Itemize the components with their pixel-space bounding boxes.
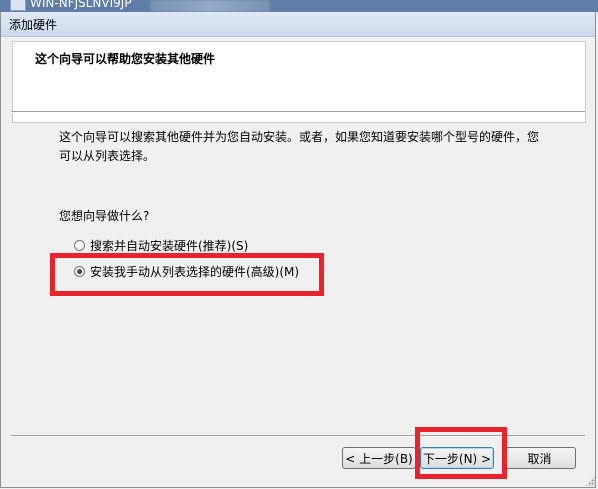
cancel-button[interactable]: 取消 — [503, 447, 576, 469]
radio-manual-select[interactable] — [74, 266, 85, 277]
intro-line-1: 这个向导可以搜索其他硬件并为您自动安装。或者，如果您知道要安装哪个型号的硬件，您 — [59, 130, 540, 144]
background-window-strip: WIN-NFJSLNVI9JP — [0, 0, 598, 12]
next-button[interactable]: 下一步(N) > — [420, 447, 494, 469]
header-separator — [11, 111, 585, 113]
option-manual-select[interactable]: 安装我手动从列表选择的硬件(高级)(M) — [74, 263, 299, 280]
option-auto-search-label[interactable]: 搜索并自动安装硬件(推荐)(S) — [90, 237, 248, 254]
footer-separator — [11, 435, 585, 437]
wizard-header-title: 这个向导可以帮助您安装其他硬件 — [35, 52, 216, 66]
question-label: 您想向导做什么? — [59, 209, 150, 223]
option-auto-search[interactable]: 搜索并自动安装硬件(推荐)(S) — [74, 237, 248, 254]
host-name: WIN-NFJSLNVI9JP — [30, 0, 132, 10]
dialog-title: 添加硬件 — [9, 18, 58, 32]
option-manual-select-label[interactable]: 安装我手动从列表选择的硬件(高级)(M) — [90, 263, 299, 280]
dialog-titlebar[interactable]: 添加硬件 — [1, 12, 595, 37]
blurred-region — [150, 0, 270, 12]
intro-line-2: 可以从列表选择。 — [59, 149, 156, 163]
computer-icon — [10, 0, 26, 11]
back-button[interactable]: < 上一步(B) — [342, 447, 416, 469]
radio-auto-search[interactable] — [74, 240, 85, 251]
intro-text: 这个向导可以搜索其他硬件并为您自动安装。或者，如果您知道要安装哪个型号的硬件，您… — [59, 128, 559, 166]
